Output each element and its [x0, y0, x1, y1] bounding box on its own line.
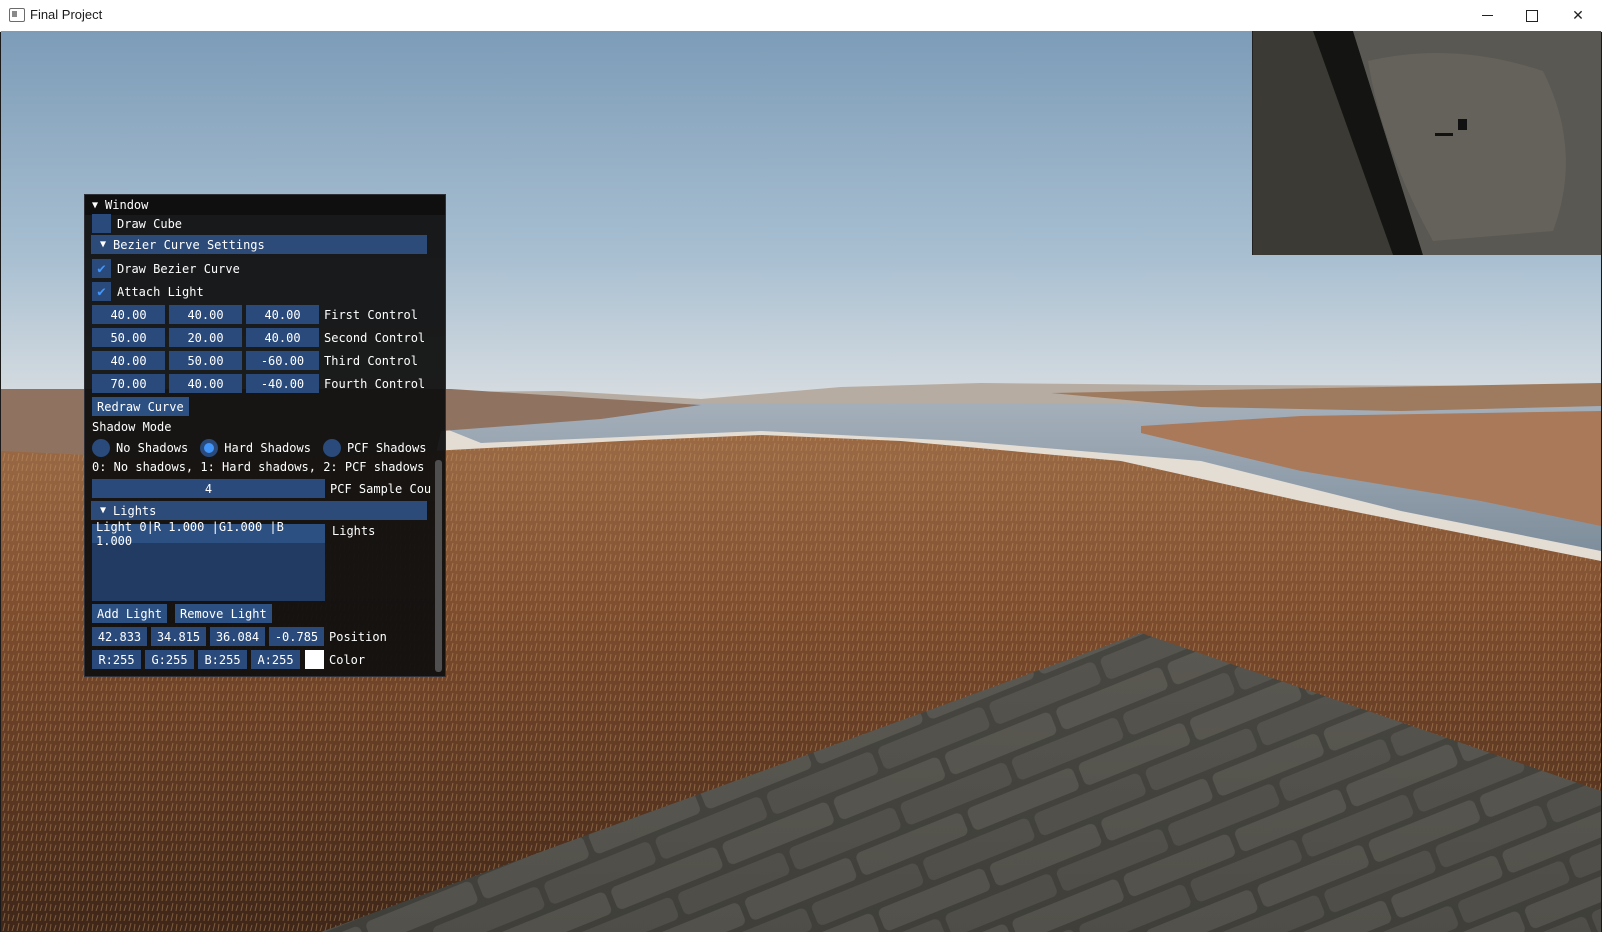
third-control-y[interactable]: 50.00 [169, 351, 242, 370]
light-list-item[interactable]: Light 0|R 1.000 |G1.000 |B 1.000 [92, 520, 325, 548]
title-bar: Final Project ✕ [0, 0, 1602, 32]
first-control-label: First Control [324, 307, 418, 322]
checkmark-icon: ✔ [97, 283, 106, 300]
pcf-shadows-radio[interactable] [322, 439, 341, 457]
pcf-sample-row: 4 PCF Sample Cou [92, 479, 431, 498]
settings-panel[interactable]: ▼ Window Draw Cube ▼ Bezier Curve Settin… [84, 194, 446, 677]
depth-preview-view [1252, 31, 1601, 255]
bezier-header-label: Bezier Curve Settings [113, 237, 265, 252]
position-y[interactable]: 34.815 [151, 627, 206, 646]
draw-cube-checkbox-row[interactable]: Draw Cube [92, 214, 182, 233]
fourth-control-label: Fourth Control [324, 376, 426, 391]
shadow-help-text: 0: No shadows, 1: Hard shadows, 2: PCF s… [92, 460, 425, 474]
color-b[interactable]: B:255 [198, 650, 247, 669]
second-control-y[interactable]: 20.00 [169, 328, 242, 347]
second-control-x[interactable]: 50.00 [92, 328, 165, 347]
panel-scrollbar[interactable] [435, 460, 442, 672]
first-control-z[interactable]: 40.00 [246, 305, 319, 324]
redraw-row: Redraw Curve [92, 397, 189, 416]
first-control-row: 40.00 40.00 40.00 First Control [92, 305, 418, 324]
second-control-row: 50.00 20.00 40.00 Second Control [92, 328, 425, 347]
window-title: Final Project [30, 7, 103, 22]
collapse-triangle-icon[interactable]: ▼ [92, 200, 98, 211]
position-label: Position [329, 629, 387, 644]
shadow-mode-radios: No Shadows Hard Shadows PCF Shadows [92, 439, 426, 457]
minimize-button[interactable] [1464, 0, 1510, 31]
pcf-sample-slider[interactable]: 4 [92, 479, 325, 498]
lights-header-label: Lights [113, 503, 157, 518]
lights-collapse-icon: ▼ [100, 505, 107, 516]
attach-light-row[interactable]: ✔ Attach Light [92, 282, 204, 301]
draw-bezier-label: Draw Bezier Curve [117, 261, 240, 276]
lights-list-label: Lights [332, 524, 376, 538]
no-shadows-radio[interactable] [92, 439, 110, 457]
attach-light-label: Attach Light [117, 284, 204, 299]
second-control-label: Second Control [324, 330, 426, 345]
second-control-z[interactable]: 40.00 [246, 328, 319, 347]
color-swatch[interactable] [305, 650, 324, 669]
lights-listbox[interactable]: Light 0|R 1.000 |G1.000 |B 1.000 [92, 520, 325, 601]
third-control-z[interactable]: -60.00 [246, 351, 319, 370]
redraw-curve-button[interactable]: Redraw Curve [92, 397, 189, 416]
first-control-x[interactable]: 40.00 [92, 305, 165, 324]
close-icon: ✕ [1572, 7, 1584, 24]
fourth-control-x[interactable]: 70.00 [92, 374, 165, 393]
position-row: 42.833 34.815 36.084 -0.785 Position [92, 627, 387, 646]
third-control-label: Third Control [324, 353, 418, 368]
panel-title: Window [105, 198, 149, 212]
close-button[interactable]: ✕ [1555, 0, 1601, 31]
add-light-button[interactable]: Add Light [92, 604, 168, 623]
bezier-collapse-icon: ▼ [100, 239, 107, 250]
color-row: R:255 G:255 B:255 A:255 Color [92, 650, 365, 669]
shadow-mode-heading: Shadow Mode [92, 420, 172, 434]
first-control-y[interactable]: 40.00 [169, 305, 242, 324]
panel-title-bar[interactable]: ▼ Window [85, 195, 445, 215]
attach-light-checkbox[interactable]: ✔ [92, 282, 111, 301]
fourth-control-row: 70.00 40.00 -40.00 Fourth Control [92, 374, 425, 393]
hard-shadows-label[interactable]: Hard Shadows [224, 441, 311, 455]
checkmark-icon: ✔ [97, 260, 106, 277]
pcf-sample-label: PCF Sample Cou [330, 481, 432, 496]
fourth-control-y[interactable]: 40.00 [169, 374, 242, 393]
minimize-icon [1481, 15, 1493, 16]
draw-cube-checkbox[interactable] [92, 214, 111, 233]
light-buttons-row: Add Light Remove Light [92, 604, 272, 623]
remove-light-button[interactable]: Remove Light [175, 604, 272, 623]
third-control-row: 40.00 50.00 -60.00 Third Control [92, 351, 418, 370]
position-x[interactable]: 42.833 [92, 627, 147, 646]
draw-bezier-row[interactable]: ✔ Draw Bezier Curve [92, 259, 240, 278]
position-z[interactable]: 36.084 [210, 627, 265, 646]
lights-header[interactable]: ▼ Lights [91, 501, 427, 520]
hard-shadows-radio[interactable] [200, 439, 219, 457]
fourth-control-z[interactable]: -40.00 [246, 374, 319, 393]
color-g[interactable]: G:255 [145, 650, 194, 669]
color-a[interactable]: A:255 [251, 650, 300, 669]
third-control-x[interactable]: 40.00 [92, 351, 165, 370]
app-window-icon [9, 8, 25, 22]
position-w[interactable]: -0.785 [269, 627, 324, 646]
draw-cube-label: Draw Cube [117, 216, 183, 231]
bezier-settings-header[interactable]: ▼ Bezier Curve Settings [91, 235, 427, 254]
maximize-button[interactable] [1509, 0, 1555, 31]
color-r[interactable]: R:255 [92, 650, 141, 669]
draw-bezier-checkbox[interactable]: ✔ [92, 259, 111, 278]
pcf-shadows-label[interactable]: PCF Shadows [347, 441, 426, 455]
preview-render [1253, 31, 1601, 255]
no-shadows-label[interactable]: No Shadows [116, 441, 188, 455]
maximize-icon [1526, 9, 1538, 22]
color-label: Color [329, 652, 366, 667]
